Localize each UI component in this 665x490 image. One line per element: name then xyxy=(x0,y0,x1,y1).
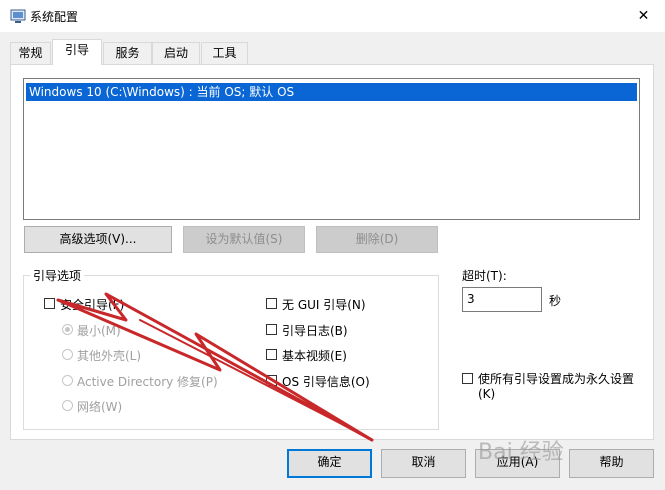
no-gui-boot-label: 无 GUI 引导(N) xyxy=(282,298,366,312)
os-list[interactable]: Windows 10 (C:\Windows) : 当前 OS; 默认 OS xyxy=(23,78,640,220)
window-title: 系统配置 xyxy=(30,10,79,24)
radio-ad-repair[interactable] xyxy=(62,375,73,386)
os-boot-info-label: OS 引导信息(O) xyxy=(282,375,370,389)
help-button[interactable]: 帮助 xyxy=(569,449,654,478)
close-button[interactable]: ✕ xyxy=(622,0,665,32)
timeout-input[interactable]: 3 xyxy=(462,287,542,312)
safe-boot-checkbox[interactable] xyxy=(44,298,55,309)
close-icon: ✕ xyxy=(637,8,650,24)
tab-boot[interactable]: 引导 xyxy=(52,39,102,65)
tab-startup[interactable]: 启动 xyxy=(152,42,200,64)
radio-alternate-shell[interactable] xyxy=(62,349,73,360)
safe-boot-label: 安全引导(F) xyxy=(60,298,125,312)
tab-tools[interactable]: 工具 xyxy=(201,42,248,64)
os-boot-info-checkbox[interactable] xyxy=(266,375,277,386)
radio-minimal[interactable] xyxy=(62,324,73,335)
tab-general[interactable]: 常规 xyxy=(10,42,51,64)
os-list-item[interactable]: Windows 10 (C:\Windows) : 当前 OS; 默认 OS xyxy=(26,83,637,101)
delete-button[interactable]: 删除(D) xyxy=(316,226,438,253)
timeout-label: 超时(T): xyxy=(462,269,507,283)
permanent-settings-label: 使所有引导设置成为永久设置 xyxy=(478,372,635,386)
radio-ad-repair-label: Active Directory 修复(P) xyxy=(77,375,218,389)
set-default-button[interactable]: 设为默认值(S) xyxy=(183,226,305,253)
radio-alternate-shell-label: 其他外壳(L) xyxy=(77,349,142,363)
system-config-icon xyxy=(10,8,26,24)
radio-minimal-label: 最小(M) xyxy=(77,324,121,338)
tab-services[interactable]: 服务 xyxy=(103,42,152,64)
boot-options-label: 引导选项 xyxy=(30,267,85,284)
permanent-settings-shortcut: (K) xyxy=(478,387,496,401)
permanent-settings-checkbox[interactable] xyxy=(462,373,473,384)
timeout-unit: 秒 xyxy=(549,294,562,308)
cancel-button[interactable]: 取消 xyxy=(381,449,466,478)
ok-button[interactable]: 确定 xyxy=(287,449,372,478)
base-video-checkbox[interactable] xyxy=(266,349,277,360)
watermark: Bai 经验 xyxy=(478,440,564,465)
base-video-label: 基本视频(E) xyxy=(282,349,347,363)
advanced-options-button[interactable]: 高级选项(V)... xyxy=(24,226,172,253)
title-bar xyxy=(0,0,665,32)
boot-log-label: 引导日志(B) xyxy=(282,324,348,338)
radio-network-label: 网络(W) xyxy=(77,400,123,414)
radio-network[interactable] xyxy=(62,400,73,411)
no-gui-boot-checkbox[interactable] xyxy=(266,298,277,309)
boot-log-checkbox[interactable] xyxy=(266,324,277,335)
